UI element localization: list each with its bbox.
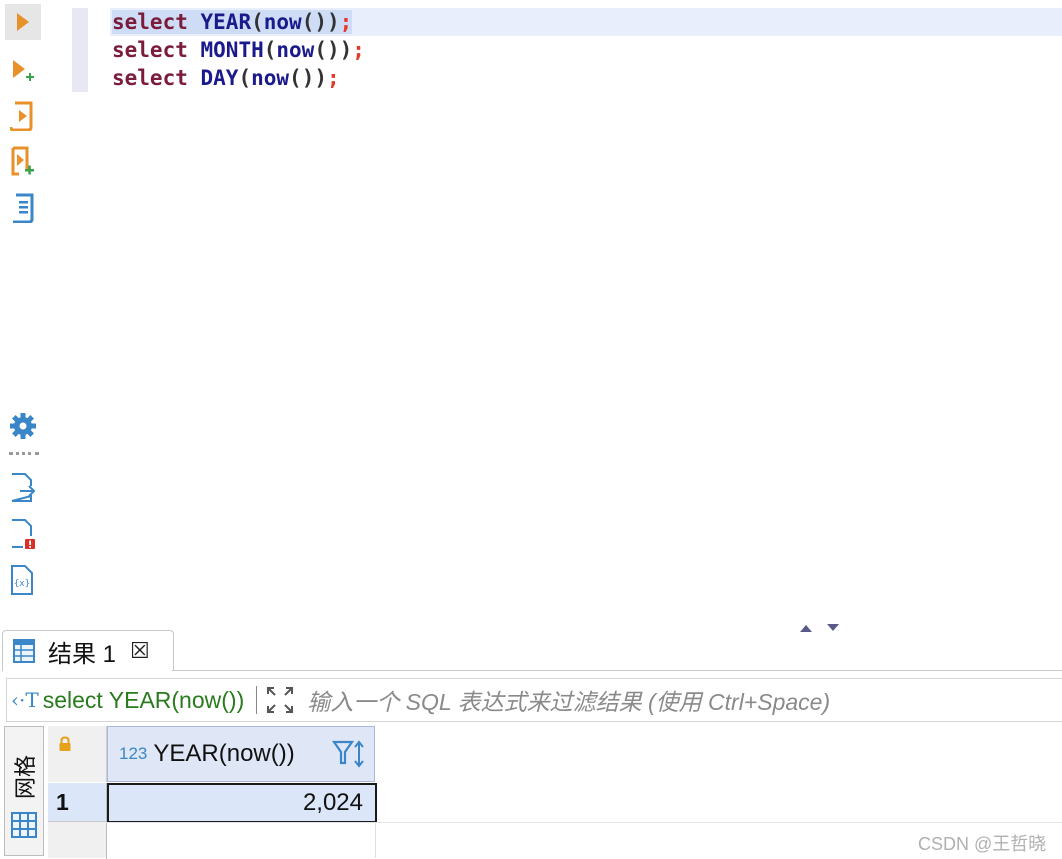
row-number-label: 1	[56, 788, 69, 815]
sql-editor[interactable]: select YEAR(now()); select MONTH(now());…	[60, 0, 1062, 620]
grid-view-tab[interactable]: 网格	[4, 726, 44, 856]
function-name: DAY	[200, 66, 239, 90]
play-plus-icon	[13, 60, 34, 81]
grid-icon	[11, 812, 37, 838]
document-arrow-icon	[11, 473, 36, 502]
paren: (	[263, 38, 277, 62]
svg-text:{x}: {x}	[14, 579, 30, 589]
paren: ())	[301, 10, 340, 34]
filter-input-placeholder[interactable]: 输入一个 SQL 表达式来过滤结果 (使用 Ctrl+Space)	[307, 683, 830, 717]
column-header[interactable]: 123 YEAR(now())	[107, 726, 375, 782]
paren: ())	[289, 66, 327, 90]
execute-script-button[interactable]	[5, 98, 41, 134]
result-filter-bar: ‹·T select YEAR(now()) 输入一个 SQL 表达式来过滤结果…	[6, 678, 1062, 722]
filter-divider	[256, 686, 258, 714]
empty-row-header	[48, 822, 106, 858]
function-name: now	[276, 38, 315, 62]
active-filter-query[interactable]: select YEAR(now())	[43, 687, 245, 714]
function-name: now	[251, 66, 290, 90]
tab-label: 结果 1	[48, 640, 117, 668]
result-grid: 网格 123 YEAR(now()) 1 2,024	[0, 726, 1062, 859]
column-type-badge: 123	[119, 744, 148, 763]
code-line[interactable]: select DAY(now());	[112, 64, 340, 92]
close-tab-icon[interactable]: ☒	[130, 638, 150, 664]
filter-sort-icon[interactable]	[332, 739, 368, 769]
gear-icon	[10, 413, 36, 439]
variables-button[interactable]: {x}	[5, 562, 41, 598]
result-cell[interactable]: 2,024	[107, 783, 377, 823]
settings-button[interactable]	[5, 408, 41, 444]
execute-statement-button[interactable]	[5, 4, 41, 40]
grid-line	[375, 822, 376, 858]
semicolon: ;	[339, 10, 353, 34]
function-name: YEAR	[200, 10, 252, 34]
cell-value: 2,024	[302, 789, 363, 816]
row-number[interactable]: 1	[48, 783, 106, 822]
table-icon	[13, 639, 35, 663]
document-lines-icon	[13, 193, 34, 223]
export-button[interactable]	[5, 470, 41, 506]
problems-button[interactable]	[5, 516, 41, 552]
filter-history-icon[interactable]: ‹·T	[11, 688, 39, 712]
watermark: CSDN @王哲晓	[918, 834, 1047, 854]
semicolon: ;	[352, 38, 365, 62]
tab-results-1[interactable]: 结果 1 ☒	[2, 630, 174, 671]
play-icon	[17, 13, 29, 31]
document-variables-icon: {x}	[11, 565, 33, 595]
execute-script-new-tab-button[interactable]	[5, 144, 41, 180]
paren: (	[238, 66, 252, 90]
selected-statement: select YEAR(now());	[112, 10, 353, 34]
column-name: YEAR(now())	[153, 740, 295, 767]
keyword: select	[112, 66, 188, 90]
function-name: now	[263, 10, 302, 34]
paren: (	[251, 10, 264, 34]
toolbar-separator	[9, 452, 39, 459]
grid-line	[106, 783, 107, 859]
gutter-statement-marker	[72, 8, 88, 92]
script-play-icon	[10, 101, 33, 131]
code-line[interactable]: select YEAR(now());	[112, 8, 353, 36]
keyword: select	[112, 38, 188, 62]
tab-bar-divider	[172, 670, 1062, 671]
grid-view-label: 网格	[13, 754, 38, 799]
code-line[interactable]: select MONTH(now());	[112, 36, 365, 64]
keyword: select	[112, 10, 188, 34]
explain-plan-button[interactable]	[5, 190, 41, 226]
function-name: MONTH	[200, 38, 264, 62]
lock-icon	[59, 736, 71, 751]
semicolon: ;	[326, 66, 340, 90]
execute-new-tab-button[interactable]	[5, 52, 41, 88]
results-tab-bar: 结果 1 ☒	[0, 628, 1062, 672]
script-play-plus-icon	[11, 146, 34, 176]
grid-line	[106, 822, 1062, 823]
document-error-icon	[12, 519, 35, 549]
row-header-corner	[48, 726, 107, 782]
paren: ())	[314, 38, 353, 62]
expand-filter-icon[interactable]	[265, 685, 295, 715]
